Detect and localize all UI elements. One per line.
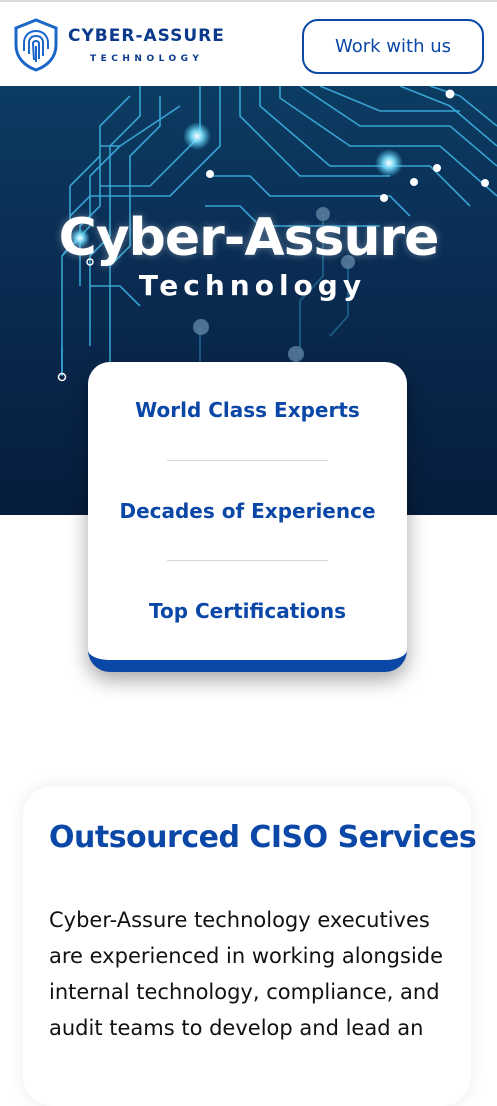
feature-decades-of-experience: Decades of Experience [119, 499, 376, 523]
fingerprint-shield-icon[interactable] [13, 18, 59, 72]
hero-title: Cyber-Assure [58, 208, 440, 268]
work-with-us-button[interactable]: Work with us [302, 19, 484, 74]
brand-subtitle: TECHNOLOGY [90, 54, 204, 64]
brand-name[interactable]: CYBER-ASSURE [68, 26, 225, 46]
ciso-services-description: Cyber-Assure technology executives are e… [49, 908, 444, 1040]
site-header: CYBER-ASSURE TECHNOLOGY Work with us [0, 0, 497, 86]
feature-top-certifications: Top Certifications [148, 599, 346, 623]
features-card: World Class Experts Decades of Experienc… [88, 362, 407, 672]
feature-divider [167, 460, 328, 461]
feature-divider [167, 560, 328, 561]
feature-world-class-experts: World Class Experts [135, 398, 360, 422]
hero-subtitle: Technology [138, 269, 367, 302]
ciso-services-title: Outsourced CISO Services [49, 820, 477, 855]
ciso-services-card: Outsourced CISO Services Cyber-Assure te… [23, 786, 477, 1106]
